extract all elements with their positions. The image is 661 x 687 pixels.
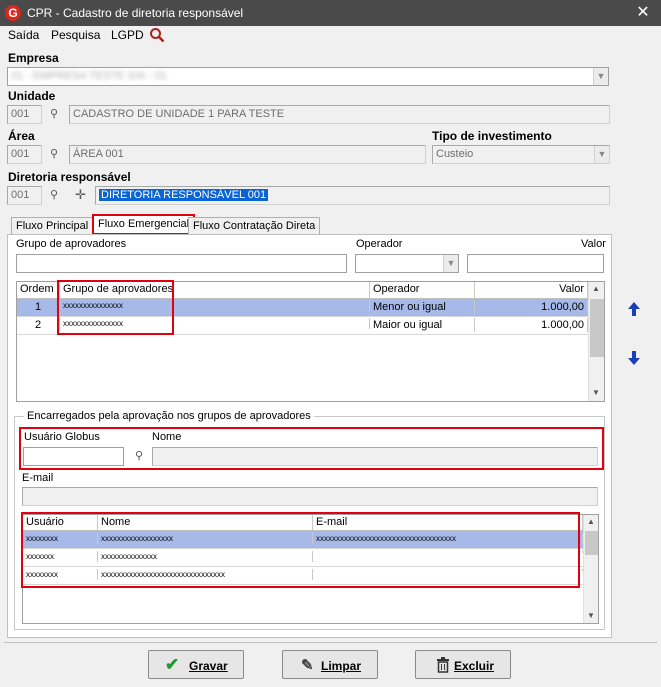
close-icon[interactable]: ✕ (632, 3, 654, 23)
grid-scrollbar[interactable]: ▲ ▼ (583, 515, 598, 623)
diretoria-desc-value: DIRETORIA RESPONSÁVEL 001 (99, 189, 269, 201)
binoculars-icon[interactable]: ⚲ (50, 188, 58, 201)
diretoria-label: Diretoria responsável (8, 170, 131, 184)
menu-pesquisa[interactable]: Pesquisa (51, 28, 100, 42)
chevron-up-icon[interactable]: ▲ (592, 284, 600, 293)
tab-fluxo-contratacao-direta[interactable]: Fluxo Contratação Direta (188, 217, 321, 235)
chevron-down-icon[interactable]: ▼ (592, 388, 600, 397)
menu-saida[interactable]: Saída (8, 28, 39, 42)
limpar-label: Limpar (321, 659, 362, 673)
move-down-icon[interactable] (627, 350, 641, 366)
chevron-down-icon[interactable]: ▼ (443, 255, 458, 272)
gravar-label: Gravar (189, 659, 228, 673)
limpar-button[interactable]: ✎ Limpar (282, 650, 378, 679)
diretoria-code-field[interactable]: 001 (7, 186, 42, 205)
title-bar: G CPR - Cadastro de diretoria responsáve… (0, 0, 661, 26)
move-up-icon[interactable] (627, 301, 641, 317)
unidade-code-field[interactable]: 001 (7, 105, 42, 124)
add-icon[interactable]: ✛ (75, 187, 86, 203)
annotation-box (57, 280, 174, 335)
grupo-filter-input[interactable] (16, 254, 347, 273)
cell-ordem: 1 (17, 300, 60, 314)
trash-icon (436, 657, 450, 676)
annotation-box (19, 427, 604, 470)
scroll-thumb[interactable] (590, 299, 604, 357)
grid-scrollbar[interactable]: ▲ ▼ (588, 282, 604, 401)
tipo-investimento-value: Custeio (436, 148, 474, 160)
excluir-label: Excluir (454, 659, 495, 673)
encarregados-legend: Encarregados pela aprovação nos grupos d… (24, 410, 314, 422)
valor-filter-input[interactable] (467, 254, 604, 273)
unidade-label: Unidade (8, 89, 56, 103)
chevron-down-icon[interactable]: ▼ (593, 68, 608, 85)
col-valor[interactable]: Valor (475, 282, 588, 298)
operador-filter-select[interactable]: ▼ (355, 254, 459, 273)
cell-valor: 1.000,00 (475, 300, 588, 314)
area-label: Área (8, 129, 35, 143)
scroll-thumb[interactable] (585, 531, 598, 555)
area-code-field[interactable]: 001 (7, 145, 42, 164)
binoculars-icon[interactable]: ⚲ (50, 147, 58, 160)
binoculars-icon[interactable]: ⚲ (50, 107, 58, 120)
cell-ordem: 2 (17, 318, 60, 332)
menu-lgpd[interactable]: LGPD (111, 28, 144, 42)
tipo-investimento-select[interactable]: Custeio ▼ (432, 145, 610, 164)
empresa-select[interactable]: 01 - EMPRESA TESTE S/A - 01 ▼ (7, 67, 609, 86)
tab-fluxo-emergencial[interactable]: Fluxo Emergencial (92, 214, 196, 235)
col-operador[interactable]: Operador (370, 282, 475, 298)
email-field (22, 487, 598, 506)
cell-operador: Menor ou igual (370, 300, 475, 314)
chevron-up-icon[interactable]: ▲ (587, 517, 595, 526)
window-title: CPR - Cadastro de diretoria responsável (27, 6, 244, 20)
broom-icon: ✎ (301, 657, 314, 674)
chevron-down-icon[interactable]: ▼ (587, 611, 595, 620)
gravar-button[interactable]: ✔ Gravar (148, 650, 244, 679)
tipo-investimento-label: Tipo de investimento (432, 129, 552, 143)
email-label: E-mail (22, 472, 54, 484)
unidade-desc-field: CADASTRO DE UNIDADE 1 PARA TESTE (69, 105, 610, 124)
col-ordem[interactable]: Ordem (17, 282, 60, 298)
cell-operador: Maior ou igual (370, 318, 475, 332)
grupo-filter-label: Grupo de aprovadores (16, 238, 127, 250)
app-logo-icon: G (5, 5, 21, 21)
area-desc-field: ÁREA 001 (69, 145, 426, 164)
tab-fluxo-principal[interactable]: Fluxo Principal (11, 217, 94, 235)
operador-filter-label: Operador (356, 238, 403, 250)
empresa-value: 01 - EMPRESA TESTE S/A - 01 (11, 70, 167, 82)
check-icon: ✔ (165, 655, 180, 674)
diretoria-desc-field: DIRETORIA RESPONSÁVEL 001 (95, 186, 610, 205)
annotation-box (21, 512, 580, 588)
search-icon[interactable] (149, 27, 165, 43)
excluir-button[interactable]: Excluir (415, 650, 511, 679)
valor-filter-label: Valor (581, 238, 606, 250)
empresa-label: Empresa (8, 51, 59, 65)
chevron-down-icon[interactable]: ▼ (594, 146, 609, 163)
cell-valor: 1.000,00 (475, 318, 588, 332)
